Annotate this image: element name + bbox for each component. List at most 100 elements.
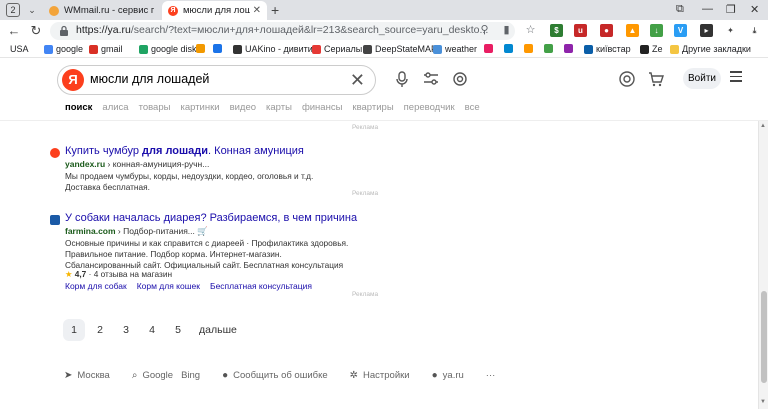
search-input[interactable]: мюсли для лошадей — [90, 72, 209, 86]
back-arrow-icon[interactable]: ← — [6, 23, 22, 39]
pagination: 1 2 3 4 5 дальше — [63, 319, 237, 341]
tab-realty[interactable]: квартиры — [352, 102, 393, 113]
region-link[interactable]: ➤ Москва — [64, 370, 110, 381]
tab-wmmail[interactable]: WMmail.ru - сервис почт — [43, 1, 160, 20]
yandex-favicon-icon — [50, 148, 60, 158]
result-title-link[interactable]: У собаки началась диарея? Разбираемся, в… — [65, 212, 357, 224]
extension-icon[interactable]: $ — [550, 24, 563, 37]
ya-ru-link[interactable]: ● ya.ru — [432, 370, 464, 381]
bookmark-item[interactable] — [504, 44, 516, 53]
extension-icon[interactable]: V — [674, 24, 687, 37]
bookmark-icon — [213, 44, 222, 53]
google-link[interactable]: ⌕ Google — [132, 370, 173, 381]
chevron-down-icon[interactable]: ⌄ — [25, 3, 39, 17]
tab-count-button[interactable]: 2 — [6, 3, 20, 17]
clear-search-icon[interactable]: ✕ — [350, 69, 365, 91]
download-icon[interactable]: ⤓ — [748, 24, 761, 37]
result-url[interactable]: farmina.com › Подбор-питания... 🛒 — [65, 226, 208, 237]
filters-icon[interactable] — [422, 70, 440, 88]
bookmark-item[interactable]: Сериалы — [312, 44, 362, 54]
bookmark-item[interactable]: google — [44, 44, 83, 54]
page-link[interactable]: 2 — [89, 319, 111, 341]
shop-rating: ★ 4,7 · 4 отзыва на магазин — [65, 269, 173, 279]
report-error-link[interactable]: ● Сообщить об ошибке — [222, 370, 328, 381]
bookmark-item[interactable] — [524, 44, 536, 53]
page-link[interactable]: 5 — [167, 319, 189, 341]
extension-icon[interactable]: u — [574, 24, 587, 37]
bookmark-item[interactable] — [564, 44, 576, 53]
extension-icon[interactable]: ▸ — [700, 24, 713, 37]
tab-finance[interactable]: финансы — [302, 102, 342, 113]
other-bookmarks-folder[interactable]: Другие закладки — [670, 44, 751, 54]
bookmark-item[interactable] — [213, 44, 225, 53]
wmmail-favicon-icon — [49, 5, 59, 16]
tab-yandex-search[interactable]: Я мюсли для лошадей ✕ — [162, 1, 267, 20]
tab-alice[interactable]: алиса — [102, 102, 128, 113]
extension-icon[interactable]: ▲ — [626, 24, 639, 37]
yandex-logo-icon[interactable]: Я — [62, 69, 84, 91]
restore-button[interactable]: ❐ — [726, 3, 736, 16]
alice-icon[interactable] — [618, 70, 636, 88]
bookmark-icon[interactable]: ▮ — [500, 24, 513, 37]
bookmark-item[interactable]: weather — [433, 44, 477, 54]
scroll-down-icon[interactable]: ▼ — [760, 399, 766, 405]
url-text[interactable]: https://ya.ru/search/?text=мюсли+для+лош… — [76, 24, 496, 36]
page-link[interactable]: 3 — [115, 319, 137, 341]
bookmark-item[interactable] — [544, 44, 556, 53]
search-results: Реклама Купить чумбур для лошади. Конная… — [0, 121, 758, 409]
bookmark-item[interactable]: google disk — [139, 44, 197, 54]
bookmark-item[interactable]: DeepStateMAP — [363, 44, 437, 54]
bookmark-menu-icon[interactable]: ⧉ — [676, 3, 684, 16]
reload-icon[interactable]: ↻ — [28, 23, 44, 39]
bookmark-item[interactable]: gmail — [89, 44, 123, 54]
sitelink[interactable]: Корм для собак — [65, 281, 127, 291]
result-title-link[interactable]: Купить чумбур для лошади. Конная амуници… — [65, 145, 304, 157]
bookmark-item[interactable] — [196, 44, 208, 53]
address-bar[interactable]: https://ya.ru/search/?text=мюсли+для+лош… — [50, 22, 515, 40]
minimize-button[interactable]: — — [702, 3, 713, 15]
bookmark-item[interactable]: Ze — [640, 44, 663, 54]
scrollbar-thumb[interactable] — [761, 291, 767, 383]
tab-search[interactable]: поиск — [65, 102, 92, 113]
bookmark-item[interactable]: UAKino - дивити — [233, 44, 313, 54]
next-page-link[interactable]: дальше — [199, 324, 237, 336]
page-link[interactable]: 4 — [141, 319, 163, 341]
camera-search-icon[interactable] — [451, 70, 469, 88]
bookmark-icon — [484, 44, 493, 53]
new-tab-button[interactable]: + — [271, 2, 279, 18]
tab-goods[interactable]: товары — [139, 102, 171, 113]
menu-icon[interactable] — [730, 71, 742, 82]
bookmark-icon — [564, 44, 573, 53]
close-tab-icon[interactable]: ✕ — [253, 5, 261, 16]
bookmark-item[interactable]: київстар — [584, 44, 631, 54]
bing-link[interactable]: Bing — [181, 370, 200, 381]
sitelink[interactable]: Корм для кошек — [137, 281, 200, 291]
login-button[interactable]: Войти — [683, 68, 721, 89]
close-window-button[interactable]: ✕ — [750, 3, 759, 16]
extension-icon[interactable]: ↓ — [650, 24, 663, 37]
more-icon[interactable]: ··· — [486, 370, 496, 381]
settings-link[interactable]: ✲ Настройки — [350, 370, 410, 381]
scroll-up-icon[interactable]: ▲ — [760, 123, 766, 129]
star-icon[interactable]: ☆ — [524, 24, 537, 37]
tab-strip: 2 ⌄ WMmail.ru - сервис почт Я мюсли для … — [0, 0, 768, 20]
tab-video[interactable]: видео — [230, 102, 256, 113]
scrollbar[interactable]: ▲ ▼ — [758, 121, 768, 409]
cart-icon[interactable] — [647, 70, 665, 88]
location-pin-icon[interactable]: ⚲ — [478, 24, 491, 37]
bookmark-item[interactable] — [484, 44, 496, 53]
sitelink[interactable]: Бесплатная консультация — [210, 281, 312, 291]
puzzle-icon[interactable]: ✦ — [724, 24, 737, 37]
tab-images[interactable]: картинки — [180, 102, 219, 113]
tab-all[interactable]: все — [465, 102, 480, 113]
result-url[interactable]: yandex.ru › конная-амуниция-ручн... — [65, 159, 209, 169]
extension-icon[interactable]: ● — [600, 24, 613, 37]
tab-translate[interactable]: переводчик — [404, 102, 455, 113]
deepstate-icon — [363, 44, 372, 54]
microphone-icon[interactable] — [393, 70, 411, 88]
search-box[interactable]: Я мюсли для лошадей ✕ — [57, 65, 376, 95]
bookmark-item[interactable]: USA — [10, 44, 29, 54]
lock-icon — [60, 25, 68, 36]
tab-maps[interactable]: карты — [266, 102, 292, 113]
page-link-current[interactable]: 1 — [63, 319, 85, 341]
